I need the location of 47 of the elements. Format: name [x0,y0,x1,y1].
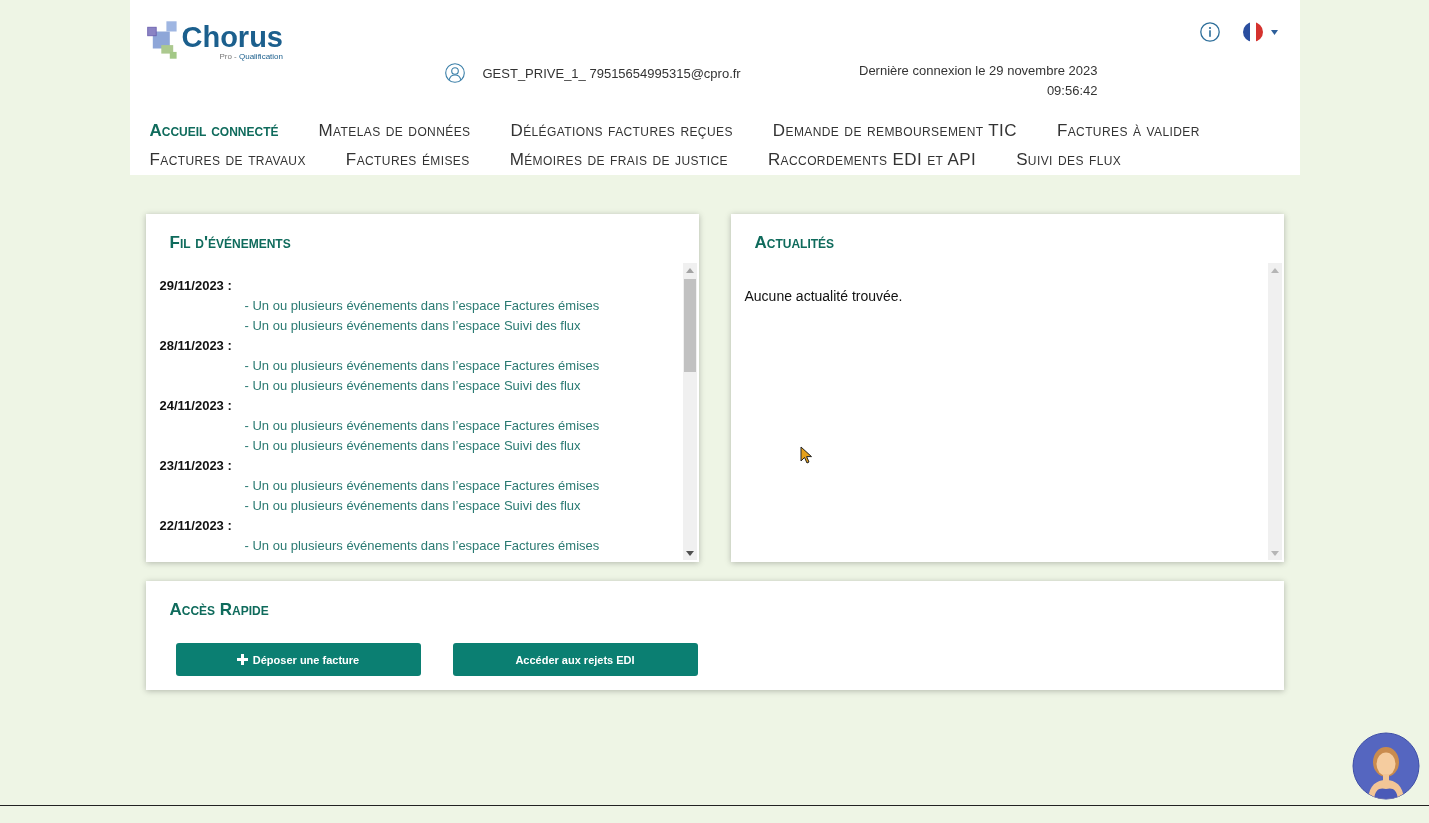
scroll-down-icon[interactable] [685,551,694,556]
panel-title: Accès Rapide [168,599,270,620]
event-link[interactable]: - Un ou plusieurs événements dans l’espace Suivi des flux [244,436,581,456]
quick-access-button[interactable]: Déposer une facture [175,643,421,676]
info-icon[interactable] [1199,22,1220,42]
nav-link[interactable]: Raccordements EDI et API [767,145,977,174]
event-date: 24/11/2023 : [159,397,232,415]
scrollbar-thumb[interactable] [683,279,696,372]
cursor-icon [799,446,814,464]
event-link[interactable]: - Un ou plusieurs événements dans l’espace Factures émises [244,476,600,496]
nav-link[interactable]: Matelas de données [318,116,471,145]
nav-link[interactable]: Mémoires de frais de justice [509,145,728,174]
event-link[interactable]: - Un ou plusieurs événements dans l’espace Factures émises [244,356,600,376]
nav-link[interactable]: Demande de remboursement TIC [772,116,1017,145]
event-date: 22/11/2023 : [159,517,232,535]
event-link[interactable]: - Un ou plusieurs événements dans l’espace Suivi des flux [244,496,581,516]
caret-icon[interactable] [1270,29,1278,35]
event-link[interactable]: - Un ou plusieurs événements dans l’espace Factures émises [244,416,600,436]
event-link[interactable]: - Un ou plusieurs événements dans l’espace Suivi des flux [244,376,581,396]
panel-title: Fil d'événements [168,232,292,254]
nav-link[interactable]: Suivi des flux [1016,145,1122,174]
squares-logo-icon[interactable] [145,18,180,62]
user-icon [444,63,465,83]
nav-link[interactable]: Accueil connecté [149,116,279,145]
event-link[interactable]: - Un ou plusieurs événements dans l’espace Suivi des flux [244,316,581,336]
event-link[interactable]: - Un ou plusieurs événements dans l’espace Factures émises [244,536,600,556]
french-flag-icon[interactable] [1242,22,1263,42]
last-login-date: Dernière connexion le 29 novembre 2023 [859,62,1098,80]
scrollbar[interactable] [682,263,697,560]
assistant-avatar-icon[interactable] [1352,732,1420,800]
event-date: 29/11/2023 : [159,277,232,295]
logo-subtitle: Pro - Qualification [219,51,283,62]
event-date: 23/11/2023 : [159,457,232,475]
panel-title: Actualités [753,232,836,254]
event-link[interactable]: - Un ou plusieurs événements dans l’espace Factures émises [244,296,600,316]
scroll-up-icon[interactable] [685,268,694,273]
empty-news-message: Aucune actualité trouvée. [744,287,903,304]
logo-wordmark: Chorus [181,23,283,51]
nav-link[interactable]: Délégations factures reçues [510,116,733,145]
plus-icon [236,654,248,665]
event-date: 28/11/2023 : [159,337,232,355]
last-login-time: 09:56:42 [1046,82,1098,100]
quick-access-button[interactable]: Accéder aux rejets EDI [452,643,698,676]
nav-link[interactable]: Factures émises [345,145,470,174]
nav-link[interactable]: Factures à valider [1056,116,1200,145]
nav-link[interactable]: Factures de travaux [149,145,306,174]
user-email: GEST_PRIVE_1_ 79515654995315@cpro.fr [482,65,741,81]
